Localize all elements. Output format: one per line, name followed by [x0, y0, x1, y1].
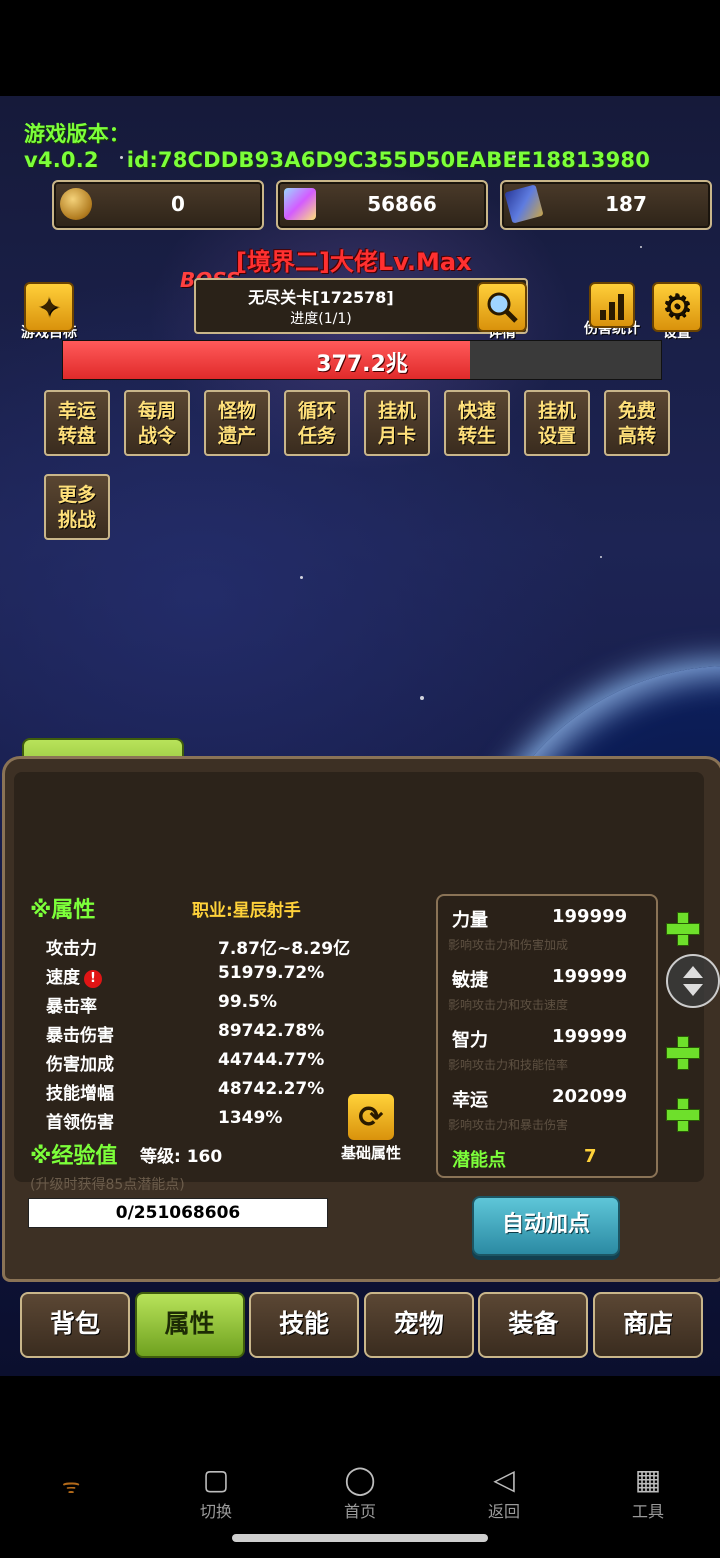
- primary-attributes-box: 力量 199999 影响攻击力和伤害加成敏捷 199999 影响攻击力和攻击速度智力 19…: [436, 894, 658, 1178]
- attr-luck-desc: 影响攻击力和暴击伤害: [448, 1118, 569, 1132]
- stat-value: 7.87亿~8.29亿: [218, 939, 351, 959]
- crystal-icon: [284, 188, 316, 220]
- updown-icon: [683, 966, 703, 996]
- attr-strength-value: 199999: [552, 906, 628, 927]
- bottom-tab-pets[interactable]: 宠物: [363, 1292, 474, 1358]
- nav-back-button[interactable]: ◁ 返回: [464, 1462, 544, 1522]
- stat-name: 伤害加成: [46, 1055, 114, 1075]
- resource-card[interactable]: 187: [500, 180, 712, 230]
- stat-value: 99.5%: [218, 992, 277, 1012]
- attributes-section-title: ※属性: [30, 898, 96, 923]
- player-id: id:78CDDB93A6D9C355D50EABEE18813980: [126, 148, 651, 172]
- refresh-icon: ⟳: [348, 1094, 394, 1140]
- attr-luck-name: 幸运: [452, 1090, 488, 1111]
- attr-intellect-desc: 影响攻击力和技能倍率: [448, 1058, 569, 1072]
- resource-crystal[interactable]: 56866: [276, 180, 488, 230]
- bottom-tab-equipment[interactable]: 装备: [478, 1292, 589, 1358]
- magnifier-icon: [477, 282, 527, 332]
- bottom-tab-skills[interactable]: 技能: [249, 1292, 360, 1358]
- exp-text: 0/251068606: [115, 1203, 241, 1223]
- nav-square-button[interactable]: ▢ 切换: [176, 1462, 256, 1522]
- damage-stats-button[interactable]: 伤害统计: [576, 282, 648, 338]
- potential-label: 潜能点: [452, 1150, 506, 1171]
- attr-agility-value: 199999: [552, 966, 628, 987]
- add-luck-button[interactable]: [664, 1096, 700, 1132]
- nav-grid-button[interactable]: ▦ 工具: [608, 1462, 688, 1522]
- add-strength-button[interactable]: [664, 910, 700, 946]
- stat-name: 速度!: [46, 963, 102, 988]
- attr-intellect-name: 智力: [452, 1030, 488, 1051]
- attr-agility-name: 敏捷: [452, 970, 488, 991]
- stat-name: 技能增幅: [46, 1084, 114, 1104]
- status-bar: [0, 0, 720, 96]
- more-challenge-button[interactable]: 更多 挑战: [44, 474, 110, 540]
- stat-name: 暴击伤害: [46, 1026, 114, 1046]
- attr-strength-desc: 影响攻击力和伤害加成: [448, 938, 569, 952]
- sparkle-icon: ✦: [24, 282, 74, 332]
- stat-name: 攻击力: [46, 939, 97, 959]
- base-attr-button[interactable]: ⟳ 基础属性: [334, 1094, 408, 1163]
- auto-assign-button[interactable]: 自动加点: [472, 1196, 620, 1256]
- stat-value: 89742.78%: [218, 1021, 325, 1041]
- card-icon: [504, 184, 544, 224]
- lucky-wheel-button[interactable]: 幸运 转盘: [44, 390, 110, 456]
- chart-icon: [589, 282, 635, 328]
- square-icon: ▢: [202, 1463, 230, 1496]
- boss-hp-text: 377.2兆: [316, 352, 408, 377]
- version-line: 游戏版本：v4.0.2 id:78CDDB93A6D9C355D50EABEE18…: [24, 118, 720, 172]
- resource-value: 56866: [367, 192, 437, 216]
- grid-icon: ▦: [634, 1463, 662, 1496]
- warning-icon[interactable]: !: [84, 970, 102, 988]
- resource-value: 0: [171, 192, 185, 216]
- loop-task-button[interactable]: 循环 任务: [284, 390, 350, 456]
- game-goal-button[interactable]: ✦ 游戏目标: [14, 282, 84, 342]
- add-intellect-button[interactable]: [664, 1034, 700, 1070]
- bottom-tab-attributes[interactable]: 属性: [134, 1292, 245, 1358]
- wifi-icon: ᯤ: [62, 1474, 81, 1498]
- bottom-tab-bag[interactable]: 背包: [20, 1292, 130, 1358]
- resource-coin[interactable]: 0: [52, 180, 264, 230]
- gear-icon: ⚙: [652, 282, 702, 332]
- stat-value: 1349%: [218, 1108, 283, 1128]
- boss-hp-bar: 377.2兆: [62, 340, 662, 380]
- monster-legacy-button[interactable]: 怪物 遗产: [204, 390, 270, 456]
- free-high-rebirth-button[interactable]: 免费 高转: [604, 390, 670, 456]
- level-label: 等级: 160: [140, 1147, 223, 1167]
- idle-settings-button[interactable]: 挂机 设置: [524, 390, 590, 456]
- circle-icon: ◯: [344, 1463, 376, 1496]
- coin-icon: [60, 188, 92, 220]
- back-icon: ◁: [493, 1463, 515, 1496]
- level-hint: (升级时获得85点潜能点): [30, 1177, 185, 1193]
- job-label: 职业:星辰射手: [192, 901, 301, 921]
- settings-button[interactable]: ⚙ 设置: [652, 282, 702, 342]
- stat-value: 51979.72%: [218, 963, 325, 983]
- attr-intellect-value: 199999: [552, 1026, 628, 1047]
- bottom-tab-shop[interactable]: 商店: [593, 1292, 703, 1358]
- float-scroll-handle[interactable]: [666, 954, 720, 1008]
- exp-bar: 0/251068606: [28, 1198, 328, 1228]
- attr-strength-name: 力量: [452, 910, 488, 931]
- attr-agility-desc: 影响攻击力和攻击速度: [448, 998, 569, 1012]
- idle-card-button[interactable]: 挂机 月卡: [364, 390, 430, 456]
- home-indicator[interactable]: [232, 1534, 488, 1542]
- stat-value: 44744.77%: [218, 1050, 325, 1070]
- boss-title: [境界二]大佬Lv.Max: [236, 248, 472, 276]
- stat-name: 暴击率: [46, 997, 97, 1017]
- stat-name: 首领伤害: [46, 1113, 114, 1133]
- weekly-pass-button[interactable]: 每周 战令: [124, 390, 190, 456]
- detail-button[interactable]: 详情: [474, 282, 530, 342]
- nav-circle-button[interactable]: ◯ 首页: [320, 1462, 400, 1522]
- potential-value: 7: [584, 1146, 597, 1167]
- resource-value: 187: [605, 192, 647, 216]
- fast-rebirth-button[interactable]: 快速 转生: [444, 390, 510, 456]
- version-text: 游戏版本：v4.0.2: [24, 122, 130, 172]
- stage-name: 无尽关卡[172578]: [248, 288, 394, 307]
- experience-section-title: ※经验值: [30, 1144, 118, 1169]
- stage-progress: 进度(1/1): [290, 311, 352, 327]
- attr-luck-value: 202099: [552, 1086, 628, 1107]
- stat-value: 48742.27%: [218, 1079, 325, 1099]
